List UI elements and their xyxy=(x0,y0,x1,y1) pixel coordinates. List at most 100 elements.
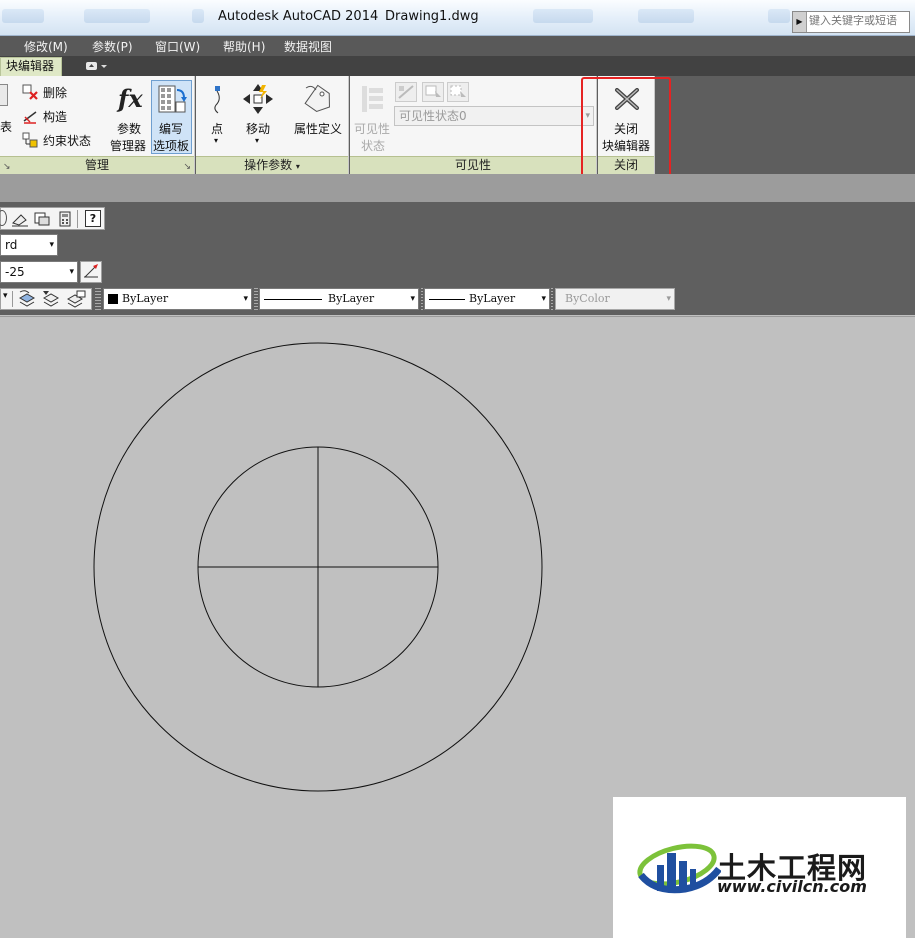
make-invisible-button xyxy=(447,82,469,102)
move-button[interactable]: 移动 ▾ xyxy=(238,80,278,154)
ribbon-toggle-icon xyxy=(86,62,107,70)
search-expand-icon[interactable]: ▶ xyxy=(793,12,807,32)
make-visible-icon xyxy=(425,85,441,97)
tab-block-editor[interactable]: 块编辑器 xyxy=(0,57,62,76)
ribbon-tab-row: 块编辑器 xyxy=(0,56,915,76)
layer-states-icon[interactable] xyxy=(65,290,87,308)
authoring-palettes-button[interactable]: 编写 选项板 xyxy=(151,80,192,154)
parameter-manager-label-1: 参数 xyxy=(117,122,142,136)
panel-title-visibility: 可见性 xyxy=(454,158,491,172)
point-button[interactable]: 点 ▾ xyxy=(204,80,232,154)
point-label: 点 xyxy=(211,122,224,136)
point-dropdown-icon[interactable]: ▾ xyxy=(214,136,218,145)
search-input[interactable] xyxy=(809,15,909,27)
move-dropdown-icon[interactable]: ▾ xyxy=(255,136,259,145)
construct-label: 构造 xyxy=(43,110,68,124)
menu-data-view[interactable]: 数据视图 xyxy=(284,38,332,55)
panel-launcher-icon[interactable]: ↘ xyxy=(183,162,191,172)
chevron-down-icon: ▾ xyxy=(243,294,248,304)
blurred-tab[interactable] xyxy=(638,9,694,23)
chevron-down-icon[interactable]: ▾ xyxy=(3,291,8,301)
ribbon-minimize-toggle[interactable] xyxy=(84,60,110,72)
panel-dropdown-icon[interactable]: ▾ xyxy=(296,162,300,171)
panel-launcher-left-icon[interactable]: ↘ xyxy=(3,162,11,172)
delete-label: 删除 xyxy=(43,86,68,100)
help-icon[interactable]: ? xyxy=(85,210,101,227)
search-box[interactable]: ▶ xyxy=(792,11,910,33)
panel-visibility: 可见性 状态 可见性状态0 ▾ 可见性 xyxy=(350,76,597,174)
attribute-tag-icon xyxy=(304,84,330,113)
blurred-tab[interactable] xyxy=(2,9,44,23)
menu-parametric[interactable]: 参数(P) xyxy=(92,38,133,55)
visibility-states-button: 可见性 状态 xyxy=(352,80,392,154)
blurred-tab[interactable] xyxy=(192,9,204,23)
dim-style-dropdown[interactable]: -25 ▾ xyxy=(0,261,78,283)
delete-icon xyxy=(22,84,38,100)
chevron-down-icon: ▾ xyxy=(49,240,54,250)
panel-title-action-parameters: 操作参数 xyxy=(244,158,293,172)
move-label: 移动 xyxy=(246,122,271,136)
attribute-definition-button[interactable]: 属性定义 xyxy=(292,80,344,154)
dim-style-icon xyxy=(84,264,98,278)
color-swatch xyxy=(108,294,118,304)
panel-footer-manage: 管理 xyxy=(0,156,194,174)
watermark-logo-icon xyxy=(637,843,721,894)
ribbon: 表 删除 构造 约束状态 fx 参数 管理器 编写 选项板 管理 ↘ ↘ 点 ▾… xyxy=(0,76,915,174)
calculator-icon[interactable] xyxy=(57,211,73,227)
make-current-layer-icon[interactable] xyxy=(41,290,61,308)
color-dropdown[interactable]: ByLayer ▾ xyxy=(103,288,252,310)
visibility-states-label-2: 状态 xyxy=(361,139,386,153)
linetype-dropdown[interactable]: ByLayer ▾ xyxy=(259,288,419,310)
toolbar-grip[interactable] xyxy=(421,288,423,310)
ribbon-bottom-band xyxy=(0,174,915,202)
watermark: 土木工程网 www.civilcn.com xyxy=(613,797,906,938)
chevron-down-icon: ▾ xyxy=(666,294,671,304)
cut-off-icon xyxy=(0,84,8,106)
visibility-state-value: 可见性状态0 xyxy=(399,109,467,123)
authoring-palettes-label-1: 编写 xyxy=(159,122,184,136)
constraint-status-label: 约束状态 xyxy=(43,134,92,148)
make-visible-button xyxy=(422,82,444,102)
match-properties-icon[interactable] xyxy=(11,211,29,227)
menu-window[interactable]: 窗口(W) xyxy=(155,38,200,55)
toolbar-grip[interactable] xyxy=(95,288,101,310)
toolbar-separator xyxy=(77,210,78,228)
blurred-tab[interactable] xyxy=(768,9,790,23)
file-name: Drawing1.dwg xyxy=(385,9,479,24)
toolbar-grip[interactable] xyxy=(551,288,553,310)
highlight-box xyxy=(581,77,671,188)
cut-off-icon[interactable] xyxy=(0,210,7,226)
make-invisible-icon xyxy=(450,85,466,97)
block-editor-icon[interactable] xyxy=(33,211,51,227)
constraint-status-button[interactable]: 约束状态 xyxy=(22,131,102,149)
blurred-tab[interactable] xyxy=(533,9,593,23)
chevron-down-icon: ▾ xyxy=(541,294,546,304)
layer-toolbar: ▾ xyxy=(0,288,92,310)
blurred-tab[interactable] xyxy=(84,9,150,23)
toolbar-grip[interactable] xyxy=(254,288,258,310)
lineweight-dropdown[interactable]: ByLayer ▾ xyxy=(424,288,550,310)
dim-style-button[interactable] xyxy=(80,261,102,283)
visibility-toggle-icon xyxy=(398,85,414,99)
panel-footer-action-parameters: 操作参数 ▾ xyxy=(196,156,348,174)
construct-button[interactable]: 构造 xyxy=(22,107,102,125)
linetype-sample xyxy=(264,299,322,300)
parameter-manager-button[interactable]: fx 参数 管理器 xyxy=(108,80,148,154)
watermark-url: www.civilcn.com xyxy=(717,877,867,896)
layer-previous-icon[interactable] xyxy=(17,290,37,308)
panel-footer-visibility: 可见性 xyxy=(350,156,596,174)
constraint-status-icon xyxy=(22,132,38,148)
app-title: Autodesk AutoCAD 2014 xyxy=(218,9,379,24)
title-bar: Autodesk AutoCAD 2014 Drawing1.dwg ▶ xyxy=(0,0,915,36)
menu-help[interactable]: 帮助(H) xyxy=(223,38,265,55)
plotstyle-value: ByColor xyxy=(565,292,610,305)
delete-button[interactable]: 删除 xyxy=(22,83,102,101)
attribute-definition-label: 属性定义 xyxy=(294,122,343,136)
menu-bar: 修改(M) 参数(P) 窗口(W) 帮助(H) 数据视图 xyxy=(0,36,915,56)
panel-title-manage: 管理 xyxy=(84,158,109,172)
panel-action-parameters: 点 ▾ 移动 ▾ 属性定义 操作参数 ▾ xyxy=(196,76,349,174)
plotstyle-dropdown: ByColor ▾ xyxy=(555,288,675,310)
text-style-dropdown[interactable]: rd ▾ xyxy=(0,234,58,256)
menu-modify[interactable]: 修改(M) xyxy=(24,38,68,55)
point-icon xyxy=(214,86,220,114)
